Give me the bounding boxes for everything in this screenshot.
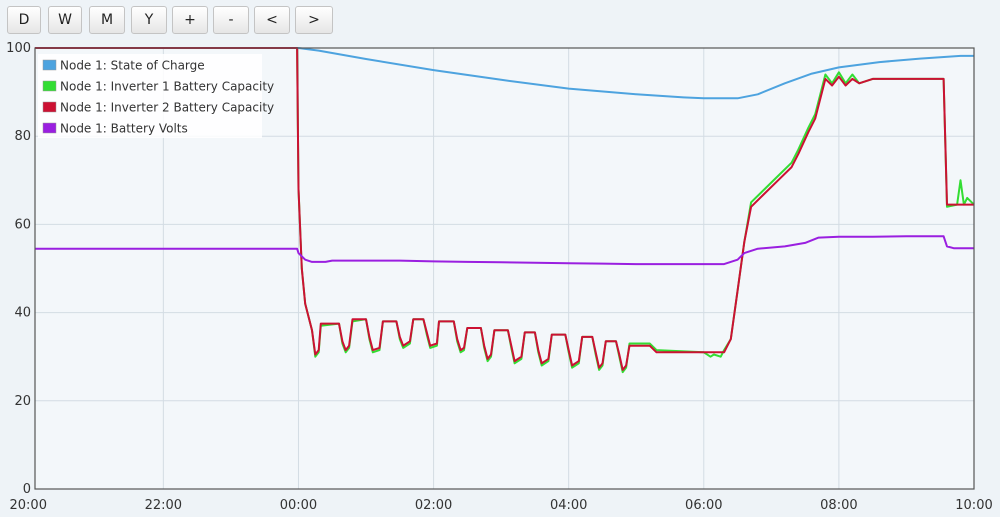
line-chart: 0 20 40 60 80 100 20:00 22:00 00:00 02:00 04:00 06:…	[6, 41, 993, 513]
legend-swatch	[42, 80, 57, 92]
legend: Node 1: State of Charge Node 1: Inverter …	[38, 54, 274, 138]
legend-label: Node 1: Inverter 1 Battery Capacity	[60, 80, 274, 94]
legend-swatch	[42, 122, 57, 134]
legend-label: Node 1: Inverter 2 Battery Capacity	[60, 101, 274, 115]
legend-label: Node 1: Battery Volts	[60, 122, 188, 136]
x-tick-label: 10:00	[955, 498, 992, 513]
x-tick-label: 20:00	[10, 498, 47, 513]
x-tick-label: 00:00	[280, 498, 317, 513]
x-tick-label: 04:00	[550, 498, 587, 513]
y-tick-label: 20	[14, 394, 31, 409]
x-tick-label: 06:00	[685, 498, 722, 513]
x-tick-label: 02:00	[415, 498, 452, 513]
y-tick-label: 100	[6, 41, 31, 56]
legend-swatch	[42, 101, 57, 113]
y-tick-label: 40	[14, 306, 31, 321]
y-tick-label: 80	[14, 129, 31, 144]
y-tick-label: 0	[23, 482, 31, 497]
y-tick-label: 60	[14, 217, 31, 232]
legend-swatch	[42, 59, 57, 71]
legend-label: Node 1: State of Charge	[60, 59, 205, 73]
x-tick-label: 08:00	[820, 498, 857, 513]
x-tick-label: 22:00	[145, 498, 182, 513]
